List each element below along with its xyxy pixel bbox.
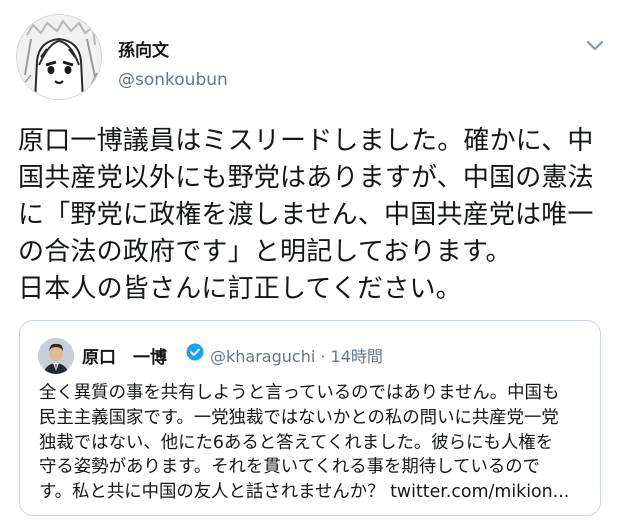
author-handle[interactable]: @sonkoubun [118,70,228,90]
quoted-text-line: 民主主義国家です。一党独裁ではないかとの私の問いに共産党一党 [39,407,559,428]
quoted-text-line: 全く異質の事を共有しようと言っているのではありません。中国も [39,383,560,403]
anime-girl-avatar-icon [17,15,101,99]
tweet-text-line: 日本人の皆さんに訂正してください。 [18,274,462,304]
tweet-text: 原口一博議員はミスリードしました。確かに、中 国共産党以外にも野党はありますが、… [18,123,608,308]
quoted-text-line: 独裁ではない、他にた6あると答えてくれました。彼らにも人権を [39,432,554,453]
quoted-author-name[interactable]: 原口 一博 [82,343,167,368]
chevron-down-icon [586,40,604,51]
quoted-author-avatar[interactable] [38,338,74,374]
quoted-author-handle-time[interactable]: @kharaguchi · 14時間 [210,343,383,367]
tweet-text-line: に「野党に政権を渡しません、中国共産党は唯一 [18,200,594,230]
quoted-tweet-text: 全く異質の事を共有しようと言っているのではありません。中国も 民主主義国家です。… [39,381,599,505]
quoted-text-line: 守る姿勢があります。それを貫いてくれる事を期待しているので [39,457,541,478]
tweet-text-line: の合法の政府です」と明記しております。 [18,237,512,267]
tweet-text-line: 国共産党以外にも野党はありますが、中国の憲法 [18,163,594,193]
verified-badge-icon [186,343,204,361]
author-avatar[interactable] [16,14,102,100]
author-display-name[interactable]: 孫向文 [118,36,169,61]
quoted-text-line: す。私と共に中国の友人と話されませんか？ twitter.com/mikion.… [39,482,570,503]
previous-tweet-fragment: ⋯ [0,0,620,8]
quoted-tweet-card[interactable]: 原口 一博 @kharaguchi · 14時間 全く異質の事を共有しようと言っ… [19,320,601,516]
man-in-suit-avatar-icon [38,338,74,374]
tweet-menu-button[interactable] [584,38,606,54]
tweet-text-line: 原口一博議員はミスリードしました。確かに、中 [18,126,594,156]
